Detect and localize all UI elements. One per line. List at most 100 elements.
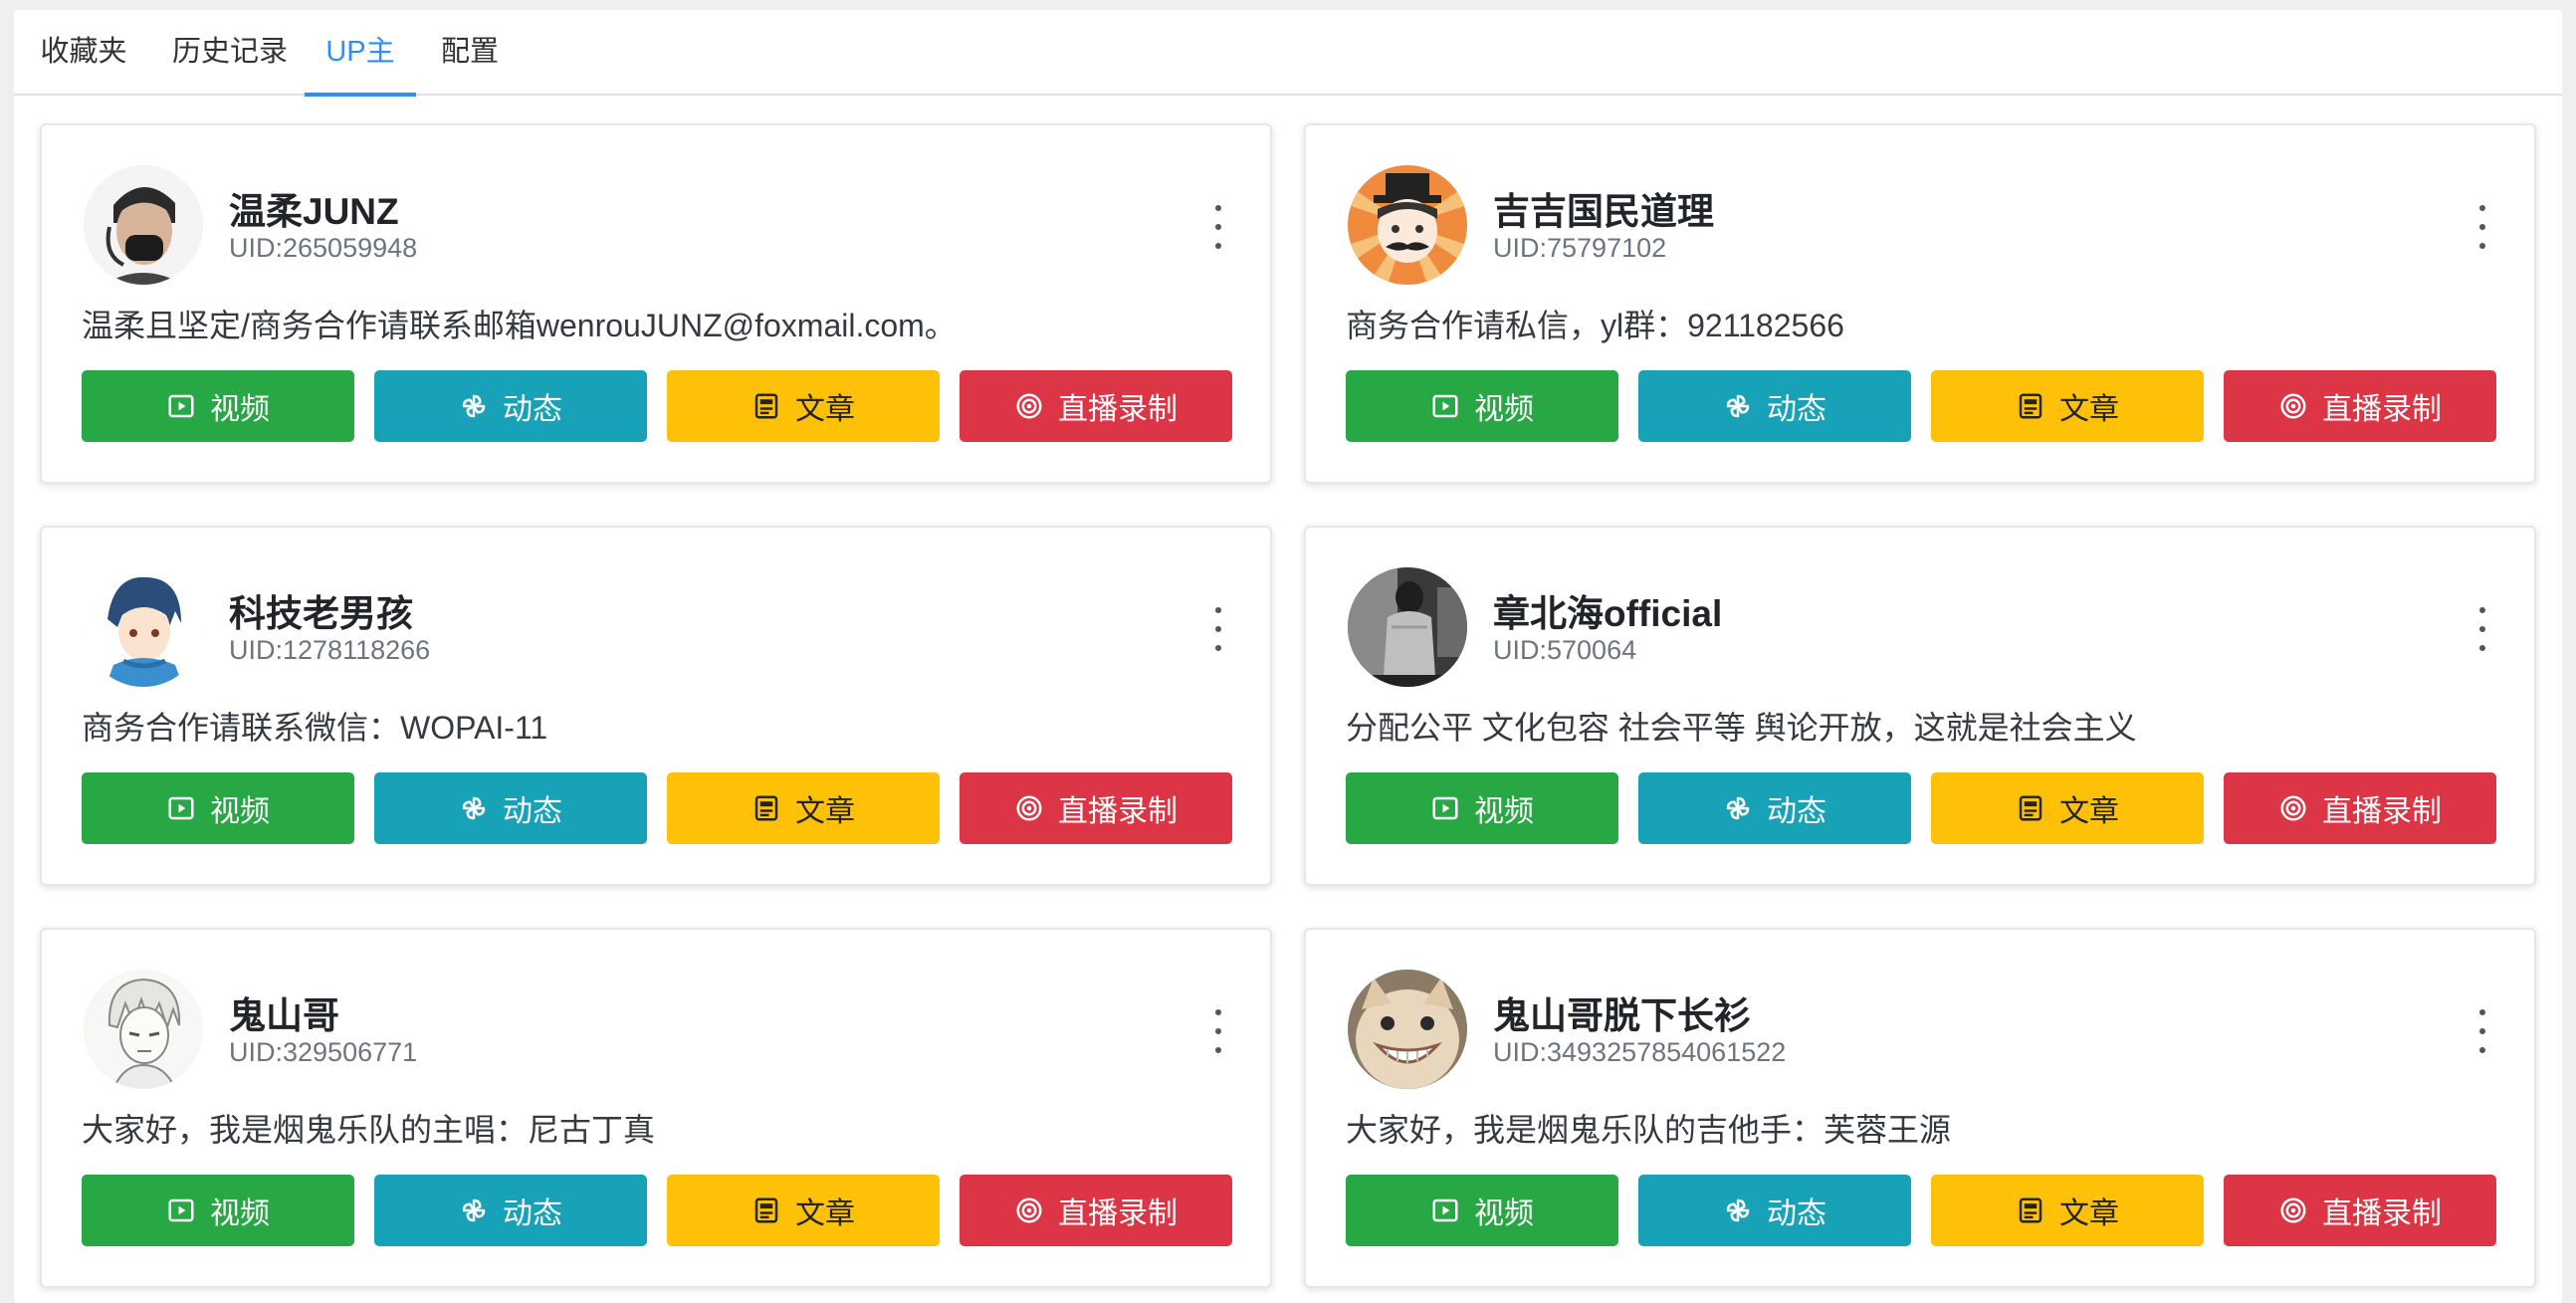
more-vertical-icon[interactable]	[2470, 205, 2494, 249]
avatar[interactable]	[1348, 165, 1467, 285]
play-box-icon	[1430, 793, 1460, 823]
uploader-name[interactable]: 吉吉国民道理	[1493, 181, 1714, 235]
video-button[interactable]: 视频	[82, 370, 354, 442]
article-button[interactable]: 文章	[667, 772, 940, 844]
video-button[interactable]: 视频	[82, 1175, 354, 1246]
dynamic-button[interactable]: 动态	[1638, 370, 1911, 442]
play-box-icon	[166, 793, 196, 823]
uploader-uid: UID:3493257854061522	[1493, 1037, 1787, 1067]
uploader-description: 分配公平 文化包容 社会平等 舆论开放，这就是社会主义	[1346, 710, 2137, 746]
dynamic-button[interactable]: 动态	[374, 370, 647, 442]
uploader-description: 商务合作请私信，yl群：921182566	[1346, 308, 1844, 343]
video-button-label: 视频	[210, 393, 270, 426]
article-button[interactable]: 文章	[667, 370, 940, 442]
dynamic-button-label: 动态	[503, 1197, 562, 1230]
uploader-card: 科技老男孩 UID:1278118266 商务合作请联系微信：WOPAI-11 视频 动…	[40, 526, 1272, 886]
uploader-name[interactable]: 鬼山哥脱下长衫	[1493, 985, 1751, 1039]
uploader-uid: UID:75797102	[1493, 233, 1667, 263]
uploader-card: 吉吉国民道理 UID:75797102 商务合作请私信，yl群：921182566 视…	[1304, 123, 2536, 484]
video-button[interactable]: 视频	[1346, 772, 1618, 844]
uploader-uid: UID:265059948	[229, 233, 418, 263]
video-button-label: 视频	[1474, 393, 1534, 426]
play-box-icon	[166, 391, 196, 421]
play-box-icon	[1430, 1195, 1460, 1225]
tab-bar: 收藏夹 历史记录 UP主 配置	[14, 10, 2562, 97]
more-vertical-icon[interactable]	[1206, 607, 1230, 651]
dynamic-button[interactable]: 动态	[1638, 1175, 1911, 1246]
dynamic-button-label: 动态	[503, 795, 562, 828]
tab-history[interactable]: 历史记录	[165, 10, 295, 96]
live-record-button-label: 直播录制	[1058, 393, 1178, 426]
avatar[interactable]	[84, 165, 203, 285]
dynamic-button[interactable]: 动态	[374, 1175, 647, 1246]
uploader-uid: UID:329506771	[229, 1037, 418, 1067]
article-button-label: 文章	[795, 393, 855, 426]
avatar[interactable]	[84, 567, 203, 687]
live-record-button[interactable]: 直播录制	[960, 1175, 1232, 1246]
video-button[interactable]: 视频	[1346, 1175, 1618, 1246]
article-icon	[2016, 793, 2045, 823]
pinwheel-icon	[459, 1195, 489, 1225]
tab-settings[interactable]: 配置	[432, 10, 508, 96]
article-button-label: 文章	[2059, 1197, 2119, 1230]
article-button[interactable]: 文章	[1931, 772, 2204, 844]
live-record-button-label: 直播录制	[1058, 795, 1178, 828]
dynamic-button-label: 动态	[1767, 393, 1826, 426]
dynamic-button[interactable]: 动态	[374, 772, 647, 844]
live-record-button[interactable]: 直播录制	[960, 772, 1232, 844]
live-record-button[interactable]: 直播录制	[960, 370, 1232, 442]
pinwheel-icon	[459, 391, 489, 421]
uploader-description: 温柔且坚定/商务合作请联系邮箱wenrouJUNZ@foxmail.com。	[82, 308, 957, 343]
article-button-label: 文章	[2059, 795, 2119, 828]
more-vertical-icon[interactable]	[1206, 1009, 1230, 1053]
video-button-label: 视频	[210, 795, 270, 828]
article-button-label: 文章	[2059, 393, 2119, 426]
avatar[interactable]	[84, 970, 203, 1089]
dynamic-button-label: 动态	[503, 393, 562, 426]
article-icon	[2016, 391, 2045, 421]
record-target-icon	[1014, 391, 1044, 421]
dynamic-button[interactable]: 动态	[1638, 772, 1911, 844]
article-button[interactable]: 文章	[1931, 1175, 2204, 1246]
uploader-uid: UID:570064	[1493, 635, 1637, 665]
more-vertical-icon[interactable]	[2470, 607, 2494, 651]
tab-uploaders[interactable]: UP主	[305, 10, 416, 97]
more-vertical-icon[interactable]	[1206, 205, 1230, 249]
record-target-icon	[2278, 391, 2308, 421]
dynamic-button-label: 动态	[1767, 1197, 1826, 1230]
record-target-icon	[2278, 1195, 2308, 1225]
record-target-icon	[1014, 1195, 1044, 1225]
video-button[interactable]: 视频	[1346, 370, 1618, 442]
uploader-name[interactable]: 科技老男孩	[229, 583, 413, 637]
article-button[interactable]: 文章	[1931, 370, 2204, 442]
article-button-label: 文章	[795, 795, 855, 828]
avatar[interactable]	[1348, 567, 1467, 687]
pinwheel-icon	[1723, 793, 1753, 823]
live-record-button-label: 直播录制	[2322, 1197, 2442, 1230]
live-record-button[interactable]: 直播录制	[2224, 1175, 2496, 1246]
more-vertical-icon[interactable]	[2470, 1009, 2494, 1053]
avatar[interactable]	[1348, 970, 1467, 1089]
uploader-name[interactable]: 章北海official	[1493, 583, 1722, 637]
uploader-card: 鬼山哥 UID:329506771 大家好，我是烟鬼乐队的主唱：尼古丁真视频 动态 文章…	[40, 928, 1272, 1288]
article-icon	[2016, 1195, 2045, 1225]
article-icon	[751, 793, 781, 823]
main-panel: 收藏夹 历史记录 UP主 配置 温柔JUNZ UID:265059948 温柔且坚定…	[14, 10, 2562, 1303]
uploader-description: 大家好，我是烟鬼乐队的主唱：尼古丁真	[82, 1112, 656, 1148]
uploader-name[interactable]: 温柔JUNZ	[229, 181, 399, 235]
tab-favorites[interactable]: 收藏夹	[38, 10, 129, 96]
live-record-button-label: 直播录制	[2322, 393, 2442, 426]
uploader-description: 商务合作请联系微信：WOPAI-11	[82, 710, 548, 746]
live-record-button[interactable]: 直播录制	[2224, 772, 2496, 844]
live-record-button[interactable]: 直播录制	[2224, 370, 2496, 442]
video-button-label: 视频	[210, 1197, 270, 1230]
pinwheel-icon	[459, 793, 489, 823]
article-icon	[751, 391, 781, 421]
dynamic-button-label: 动态	[1767, 795, 1826, 828]
article-button[interactable]: 文章	[667, 1175, 940, 1246]
uploader-name[interactable]: 鬼山哥	[229, 985, 339, 1039]
pinwheel-icon	[1723, 391, 1753, 421]
video-button-label: 视频	[1474, 795, 1534, 828]
article-icon	[751, 1195, 781, 1225]
video-button[interactable]: 视频	[82, 772, 354, 844]
